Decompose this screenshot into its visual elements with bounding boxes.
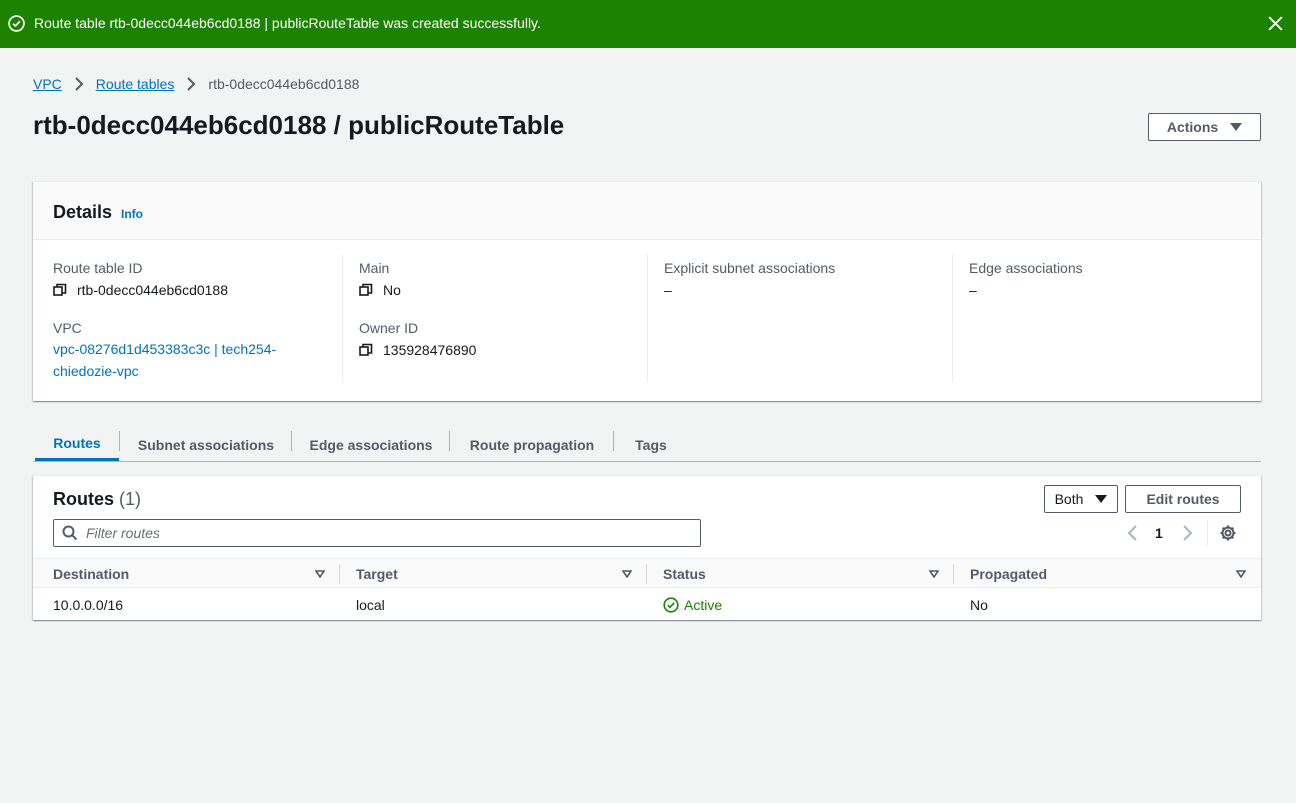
details-column-4: Edge associations – [952, 254, 1258, 382]
routes-title: Routes (1) [53, 489, 141, 510]
association-filter-value: Both [1054, 491, 1084, 507]
breadcrumb-vpc-link[interactable]: VPC [33, 76, 62, 92]
sort-down-icon[interactable] [929, 570, 939, 578]
route-table-id-value: rtb-0decc044eb6cd0188 [53, 282, 228, 298]
routes-table-header: Destination Target Status Propagated [33, 558, 1261, 588]
success-flash-banner: Route table rtb-0decc044eb6cd0188 | publ… [0, 0, 1296, 48]
tab-bar: Routes Subnet associations Edge associat… [33, 428, 1261, 462]
routes-count: (1) [119, 489, 142, 509]
actions-button[interactable]: Actions [1148, 113, 1261, 141]
cell-target: local [356, 597, 385, 613]
main-text: No [383, 282, 401, 298]
edit-routes-button[interactable]: Edit routes [1125, 485, 1241, 513]
column-divider [953, 564, 954, 584]
breadcrumb-current: rtb-0decc044eb6cd0188 [208, 76, 360, 92]
owner-id-value: 135928476890 [359, 342, 476, 358]
chevron-left-icon[interactable] [1126, 524, 1138, 542]
main-value: No [359, 282, 401, 298]
tab-route-propagation[interactable]: Route propagation [451, 428, 613, 461]
column-header-destination[interactable]: Destination [53, 559, 129, 589]
details-panel: Details Info Route table ID rtb-0decc044… [33, 181, 1261, 401]
chevron-right-icon [75, 77, 84, 91]
sort-down-icon[interactable] [1236, 570, 1246, 578]
copy-icon[interactable] [359, 343, 373, 357]
edge-associations-value: – [969, 282, 977, 298]
tab-divider [291, 431, 292, 451]
actions-label: Actions [1166, 119, 1219, 135]
filter-routes-field[interactable] [53, 519, 701, 547]
filter-routes-input[interactable] [86, 525, 686, 541]
caret-down-icon [1095, 495, 1108, 503]
info-link[interactable]: Info [121, 207, 143, 221]
tab-edge-associations[interactable]: Edge associations [293, 428, 449, 461]
owner-id-label: Owner ID [359, 320, 419, 336]
check-circle-icon [8, 15, 25, 32]
copy-icon[interactable] [53, 283, 67, 297]
column-header-target[interactable]: Target [356, 559, 398, 589]
explicit-subnet-label: Explicit subnet associations [664, 260, 836, 276]
details-title: Details [53, 202, 113, 222]
column-header-propagated[interactable]: Propagated [970, 559, 1047, 589]
table-row[interactable]: 10.0.0.0/16 local Active No [33, 589, 1261, 621]
routes-title-text: Routes [53, 489, 115, 509]
sort-down-icon[interactable] [622, 570, 632, 578]
column-header-status[interactable]: Status [663, 559, 706, 589]
tab-subnet-associations[interactable]: Subnet associations [121, 428, 291, 461]
chevron-right-icon[interactable] [1182, 524, 1194, 542]
copy-icon[interactable] [359, 283, 373, 297]
flash-message: Route table rtb-0decc044eb6cd0188 | publ… [34, 15, 541, 31]
tab-divider [613, 431, 614, 451]
tab-tags[interactable]: Tags [615, 428, 687, 461]
tab-divider [119, 431, 120, 451]
details-column-1: Route table ID rtb-0decc044eb6cd0188 VPC… [33, 254, 339, 382]
gear-icon[interactable] [1219, 524, 1237, 542]
page-number[interactable]: 1 [1155, 525, 1163, 541]
pager-divider [1207, 520, 1208, 546]
vpc-link[interactable]: vpc-08276d1d453383c3c | tech254-chiedozi… [53, 338, 303, 382]
page-title: rtb-0decc044eb6cd0188 / publicRouteTable [33, 110, 565, 140]
tab-divider [449, 431, 450, 451]
status-active-icon [663, 597, 679, 613]
edge-associations-label: Edge associations [969, 260, 1083, 276]
sort-down-icon[interactable] [315, 570, 325, 578]
details-column-2: Main No Owner ID 135928476890 [342, 254, 648, 382]
caret-down-icon [1230, 123, 1243, 131]
details-column-3: Explicit subnet associations – [647, 254, 953, 382]
close-icon[interactable] [1267, 15, 1284, 32]
details-header: Details Info [33, 182, 1261, 240]
explicit-subnet-value: – [664, 282, 672, 298]
column-divider [646, 564, 647, 584]
route-table-id-label: Route table ID [53, 260, 143, 276]
status-text: Active [684, 597, 723, 613]
column-divider [339, 564, 340, 584]
association-filter-select[interactable]: Both [1044, 485, 1118, 513]
routes-panel: Routes (1) Both Edit routes 1 Destinatio… [33, 475, 1261, 620]
tab-routes[interactable]: Routes [35, 428, 119, 461]
search-icon [62, 525, 78, 541]
main-label: Main [359, 260, 390, 276]
cell-status: Active [663, 589, 722, 621]
route-table-id-text: rtb-0decc044eb6cd0188 [77, 282, 229, 298]
cell-propagated: No [970, 597, 988, 613]
breadcrumb-route-tables-link[interactable]: Route tables [96, 76, 175, 92]
cell-destination: 10.0.0.0/16 [53, 597, 124, 613]
owner-id-text: 135928476890 [383, 342, 477, 358]
vpc-label: VPC [53, 320, 82, 336]
breadcrumb: VPC Route tables rtb-0decc044eb6cd0188 [33, 75, 359, 93]
chevron-right-icon [187, 77, 196, 91]
